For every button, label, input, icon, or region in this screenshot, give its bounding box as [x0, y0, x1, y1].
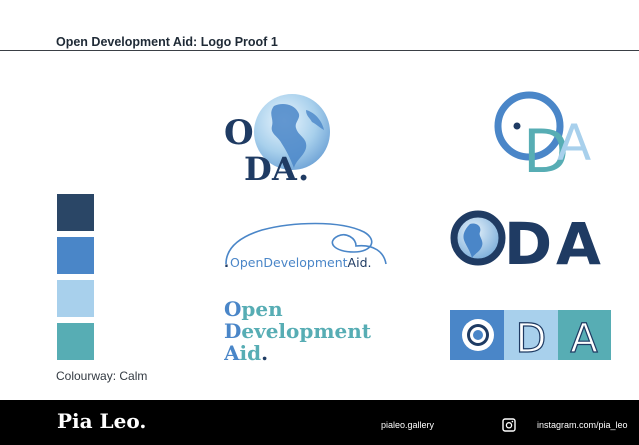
logo-letter: A: [557, 114, 591, 172]
logo-bold-oda: D A: [450, 210, 601, 272]
colourway-label: Colourway: Calm: [56, 369, 148, 383]
wordmark-development: Development: [263, 255, 347, 270]
instagram-icon[interactable]: [502, 418, 516, 432]
logo-letter: D: [504, 210, 552, 272]
wordmark-end-dot: .: [368, 255, 372, 270]
logo-letter: A: [556, 210, 601, 272]
svg-text:Open: Open: [224, 297, 283, 321]
svg-text:OpenDevelopmentAid.: OpenDevelopmentAid.: [230, 255, 372, 270]
logo-letter: D: [516, 316, 547, 360]
swatch-blue: [57, 237, 94, 274]
stacked-initial: A: [224, 341, 240, 364]
logo-letter: D: [244, 150, 272, 186]
wordmark-aid: Aid: [348, 255, 368, 270]
stacked-rest: id: [240, 341, 262, 364]
logo-ring-oda: D A: [494, 91, 591, 174]
logo-letter: .: [298, 150, 309, 186]
wordmark-dot: .: [224, 256, 229, 271]
website-link[interactable]: pialeo.gallery: [381, 420, 434, 430]
swatch-teal: [57, 323, 94, 360]
wordmark-open: Open: [230, 255, 263, 270]
svg-text:Aid.: Aid.: [224, 341, 268, 364]
stacked-initial: D: [224, 319, 241, 343]
header-divider: [0, 50, 639, 51]
logo-letter: A: [570, 316, 598, 360]
logo-script-wordmark: . OpenDevelopmentAid.: [224, 222, 387, 271]
swatch-light-blue: [57, 280, 94, 317]
logo-letter: A: [271, 150, 298, 186]
page-title: Open Development Aid: Logo Proof 1: [56, 35, 278, 49]
logo-letter: O: [224, 113, 254, 153]
brand-name: Pia Leo.: [57, 409, 147, 433]
stacked-dot: .: [261, 341, 268, 364]
instagram-link[interactable]: instagram.com/pia_leo: [537, 420, 628, 430]
swatch-navy: [57, 194, 94, 231]
stacked-rest: evelopment: [241, 319, 371, 343]
stacked-rest: pen: [241, 297, 283, 321]
logo-stacked-wordmark: Open Development Aid.: [224, 297, 372, 364]
footer-bar: Pia Leo. pialeo.gallery instagram.com/pi…: [0, 400, 639, 445]
stacked-initial: O: [224, 297, 241, 321]
svg-text:Development: Development: [224, 319, 372, 343]
logo-block-oda: D A: [450, 310, 611, 360]
logo-globe-oda: O D A .: [224, 94, 330, 186]
